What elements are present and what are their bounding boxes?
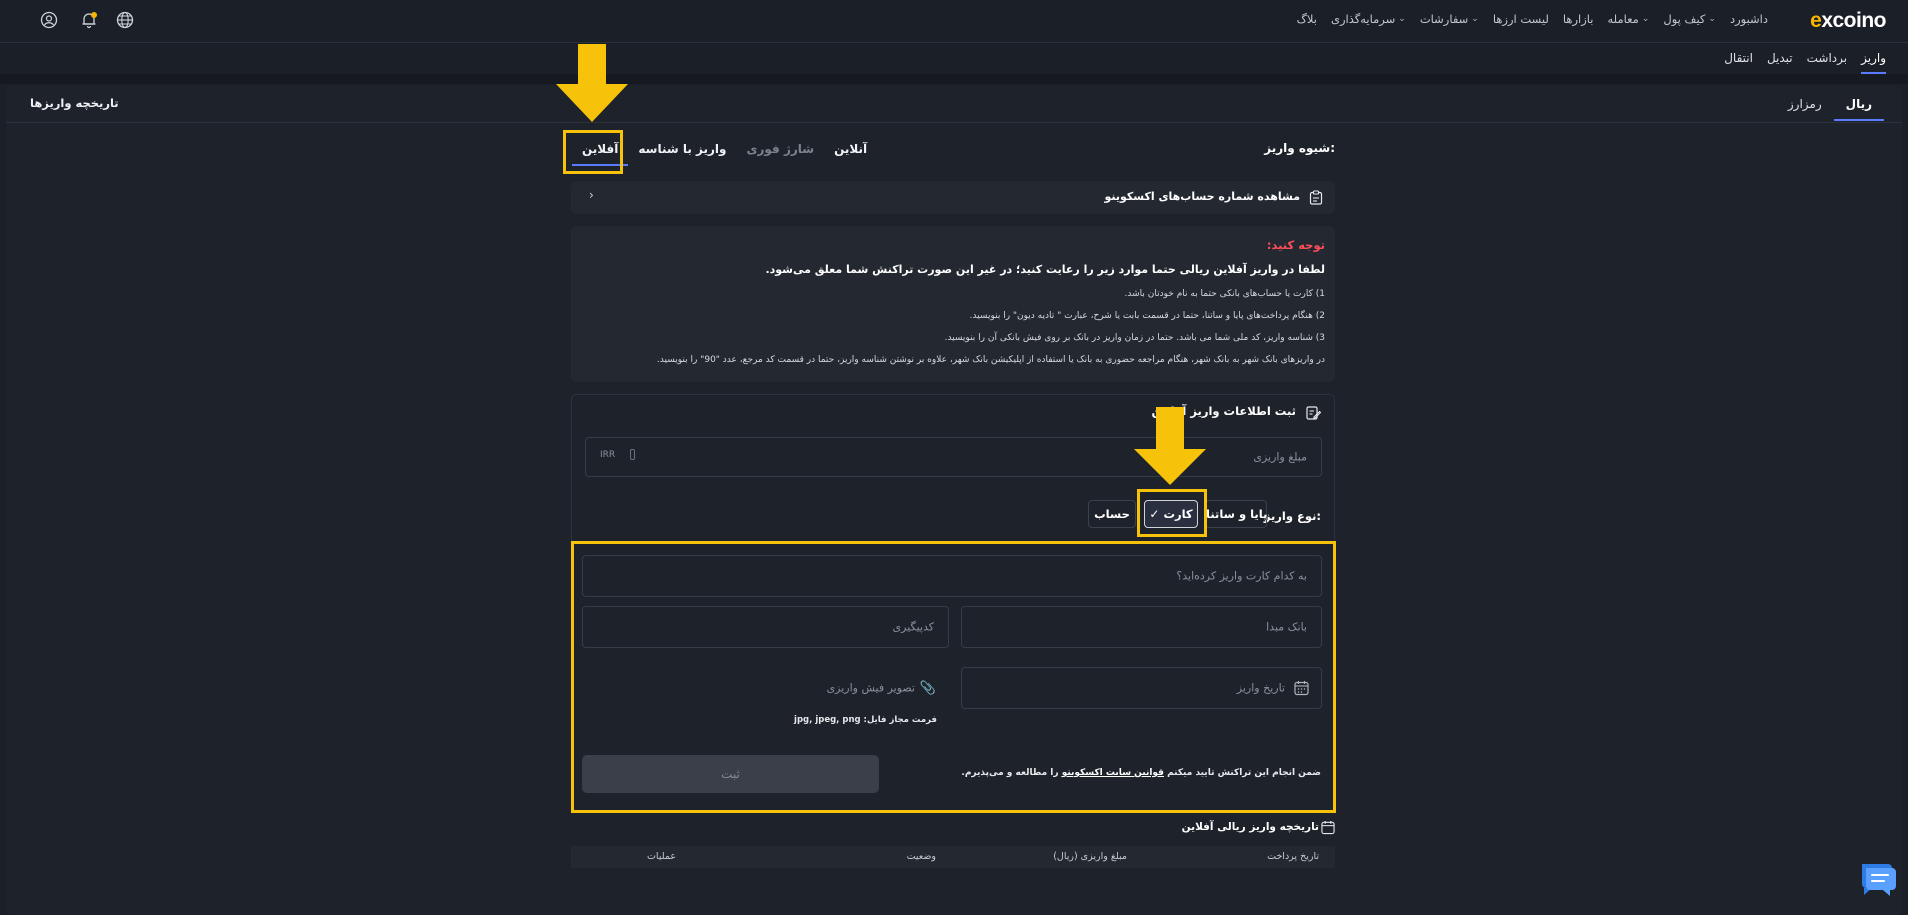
highlight-arrow-icon [1134, 407, 1206, 485]
text-cursor [630, 449, 635, 460]
tab-deposit[interactable]: واریز [1861, 51, 1886, 74]
user-icon[interactable] [40, 11, 58, 29]
type-account-button[interactable]: حساب [1088, 500, 1136, 528]
chevron-down-icon: ⌄ [1708, 14, 1716, 24]
nav-blog[interactable]: بلاگ [1297, 12, 1317, 26]
column-header: مبلغ واریزی (ریال) [1053, 851, 1127, 862]
tab-transfer[interactable]: انتقال [1724, 51, 1753, 74]
divider [6, 122, 1902, 123]
nav-dashboard[interactable]: داشبورد [1730, 12, 1768, 26]
column-header: عملیات [646, 851, 676, 862]
divider [0, 42, 1908, 43]
notice-line: 2) هنگام پرداخت‌های پایا و ساتنا، حتما د… [969, 311, 1325, 321]
clipboard-icon [1309, 190, 1323, 205]
chevron-down-icon: ⌄ [1398, 14, 1406, 24]
nav-markets[interactable]: بازارها [1563, 12, 1594, 26]
card-type-highlight [1137, 489, 1207, 537]
chevron-right-icon[interactable]: › [589, 188, 594, 202]
tab-withdraw[interactable]: برداشت [1807, 51, 1847, 74]
amount-placeholder: مبلغ واریزی [1253, 450, 1307, 464]
column-header: تاریخ پرداخت [1267, 851, 1319, 862]
nav-trade[interactable]: معامله ⌄ [1607, 12, 1649, 26]
page-strip [0, 74, 1908, 84]
deposit-type-label: نوع واریز: [1263, 509, 1321, 523]
edit-note-icon [1306, 406, 1321, 420]
notice-line: در واریزهای بانک شهر به بانک شهر، هنگام … [656, 355, 1325, 365]
method-tab-online[interactable]: آنلاین [824, 142, 877, 166]
chevron-down-icon: ⌄ [1641, 14, 1650, 24]
notice-main: لطفا در واریز آفلاین ریالی حتما موارد زی… [765, 263, 1325, 276]
method-tab-instant[interactable]: شارژ فوری [737, 142, 825, 166]
currency-tabs: ریال رمزارز [1776, 97, 1884, 121]
excoino-logo[interactable]: excoino [1810, 9, 1886, 33]
nav-orders[interactable]: سفارشات ⌄ [1420, 12, 1479, 26]
chat-support-icon[interactable] [1858, 860, 1896, 898]
amount-unit: IRR [600, 450, 616, 460]
tab-rial[interactable]: ریال [1833, 97, 1884, 121]
highlight-arrow-icon [556, 44, 628, 122]
accounts-card-label: مشاهده شماره حساب‌های اکسکوینو [1104, 190, 1300, 203]
accounts-card[interactable]: مشاهده شماره حساب‌های اکسکوینو › [571, 181, 1335, 214]
tab-convert[interactable]: تبدیل [1767, 51, 1793, 74]
type-paya-satna-button[interactable]: پایا و ساتنا [1205, 500, 1267, 528]
nav-investment[interactable]: سرمایه‌گذاری ⌄ [1331, 12, 1406, 26]
notice-line: 3) شناسه واریز، کد ملی شما می باشد. حتما… [944, 333, 1325, 343]
history-table-header: تاریخ پرداخت مبلغ واریزی (ریال) وضعیت عم… [571, 846, 1335, 868]
calendar-icon [1321, 820, 1335, 835]
amount-input[interactable]: مبلغ واریزی IRR [585, 437, 1322, 477]
bell-icon[interactable] [80, 11, 98, 29]
globe-icon[interactable] [116, 11, 134, 29]
notice-title: توجه کنید: [1266, 238, 1325, 252]
notice-card: توجه کنید: لطفا در واریز آفلاین ریالی حت… [571, 226, 1335, 382]
notice-line: 1) کارت یا حساب‌های بانکی حتما به نام خو… [1124, 289, 1325, 299]
chevron-down-icon: ⌄ [1471, 14, 1479, 24]
column-header: وضعیت [906, 851, 936, 862]
top-bar: excoino داشبورد کیف پول ⌄ معامله ⌄ بازارها… [0, 0, 1908, 42]
main-nav: داشبورد کیف پول ⌄ معامله ⌄ بازارها لیست ار… [1297, 12, 1768, 26]
wallet-subtabs: واریز برداشت تبدیل انتقال [1724, 51, 1886, 74]
offline-tab-highlight [563, 130, 623, 174]
nav-coin-list[interactable]: لیست ارزها [1493, 12, 1549, 26]
form-fields-highlight [571, 541, 1336, 813]
method-tab-id-deposit[interactable]: واریز با شناسه [628, 142, 736, 166]
deposit-history-link[interactable]: تاریخچه واریزها [30, 96, 119, 110]
method-label: شیوه واریز: [1264, 141, 1335, 155]
history-title: تاریخچه واریز ریالی آفلاین [1181, 821, 1319, 833]
tab-crypto[interactable]: رمزارز [1776, 97, 1834, 121]
nav-wallet[interactable]: کیف پول ⌄ [1663, 12, 1716, 26]
